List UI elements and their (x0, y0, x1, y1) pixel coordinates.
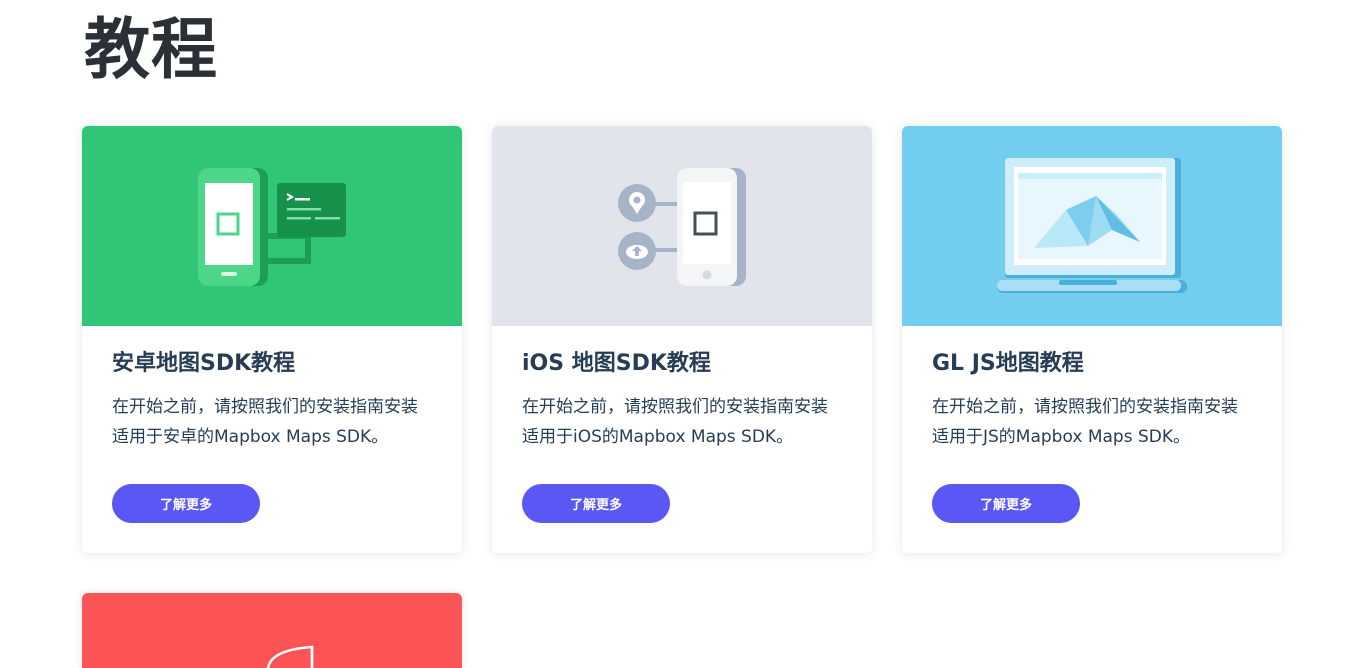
card-description: 在开始之前，请按照我们的安装指南安装适用于iOS的Mapbox Maps SDK… (522, 397, 828, 447)
card-hero-android (82, 126, 462, 326)
learn-more-button[interactable]: 了解更多 (522, 484, 670, 523)
tutorials-page: 教程 安卓地图SDK教程 在开始之前，请按照我们的安装指南安装适用于安卓的Map… (0, 0, 1359, 668)
android-phone-icon (198, 168, 346, 286)
card-title: GL JS地图教程 (932, 351, 1084, 376)
learn-more-button[interactable]: 了解更多 (112, 484, 260, 523)
card-hero-ios (492, 126, 872, 326)
card-ios-sdk[interactable]: iOS 地图SDK教程 在开始之前，请按照我们的安装指南安装适用于iOS的Map… (492, 126, 872, 553)
page-title: 教程 (84, 11, 218, 88)
laptop-map-icon (997, 158, 1187, 293)
learn-more-button[interactable]: 了解更多 (932, 484, 1080, 523)
card-body: 安卓地图SDK教程 在开始之前，请按照我们的安装指南安装适用于安卓的Mapbox… (82, 326, 462, 523)
card-description: 在开始之前，请按照我们的安装指南安装适用于JS的Mapbox Maps SDK。 (932, 397, 1238, 447)
card-partial[interactable] (82, 593, 462, 668)
partial-illustration-icon (266, 645, 314, 668)
card-title: 安卓地图SDK教程 (112, 351, 296, 376)
card-hero-partial (82, 593, 462, 668)
card-body: iOS 地图SDK教程 在开始之前，请按照我们的安装指南安装适用于iOS的Map… (492, 326, 872, 523)
ios-phone-icon (618, 168, 746, 286)
card-body: GL JS地图教程 在开始之前，请按照我们的安装指南安装适用于JS的Mapbox… (902, 326, 1282, 523)
card-title: iOS 地图SDK教程 (522, 351, 711, 376)
card-gl-js[interactable]: GL JS地图教程 在开始之前，请按照我们的安装指南安装适用于JS的Mapbox… (902, 126, 1282, 553)
card-android-sdk[interactable]: 安卓地图SDK教程 在开始之前，请按照我们的安装指南安装适用于安卓的Mapbox… (82, 126, 462, 553)
card-hero-gljs (902, 126, 1282, 326)
card-description: 在开始之前，请按照我们的安装指南安装适用于安卓的Mapbox Maps SDK。 (112, 397, 418, 447)
